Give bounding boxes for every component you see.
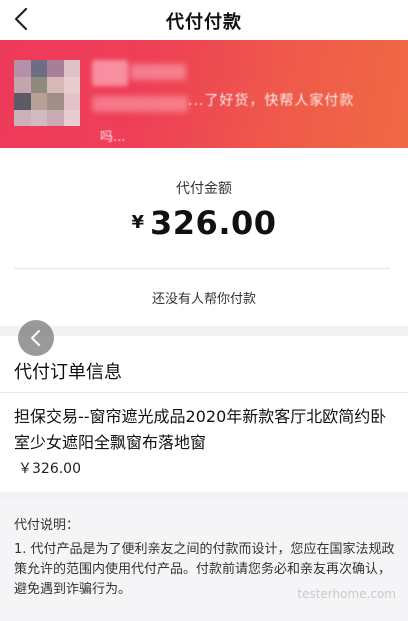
notes-title: 代付说明： [14,518,80,533]
avatar-pixel [63,60,80,77]
order-info-section: 代付订单信息 担保交易--窗帘遮光成品2020年新款客厅北欧简约卧室少女遮阳全飘… [0,336,408,492]
requester-banner: ...了好货，快帮人家付款 吗... [0,40,408,148]
payment-summary-card: 代付金额 ¥326.00 还没有人帮你付款 [0,148,408,326]
order-section-title: 代付订单信息 [14,362,122,383]
avatar-pixel [47,109,64,126]
avatar-pixel [14,60,31,77]
avatar-pixel [47,93,64,110]
avatar-pixel [63,109,80,126]
avatar-pixel [14,109,31,126]
request-message: ...了好货，快帮人家付款 [188,93,355,109]
avatar-pixel [63,76,80,93]
amount-display: ¥326.00 [0,204,408,242]
avatar-pixel [47,76,64,93]
amount-label: 代付金额 [176,181,232,197]
payment-status-text: 还没有人帮你付款 [151,292,256,307]
avatar-pixel [30,109,47,126]
blurred-name [92,60,128,86]
avatar-pixel [63,93,80,110]
avatar-pixel [14,93,31,110]
currency-symbol: ¥ [131,212,145,233]
blurred-name-extra [130,64,186,80]
divider [14,268,390,269]
avatar-pixel [14,76,31,93]
top-nav-bar: 代付付款 [0,0,408,40]
avatar-pixel [30,76,47,93]
floating-back-button[interactable] [18,320,54,356]
product-price: ￥326.00 [18,461,81,477]
chevron-left-icon [31,330,40,346]
avatar-pixel [30,60,47,77]
request-message-2: 吗... [100,130,126,145]
watermark: testerhome.com [297,587,396,601]
avatar-pixel [47,60,64,77]
avatar [14,60,80,126]
payment-notes-section: 代付说明： 1. 代付产品是为了便利亲友之间的付款而设计，您应在国家法规政策允许… [0,498,408,621]
amount-value: 326.00 [150,204,277,242]
avatar-pixel [30,93,47,110]
page-title: 代付付款 [166,12,242,33]
product-title[interactable]: 担保交易--窗帘遮光成品2020年新款客厅北欧简约卧室少女遮阳全飘窗布落地窗 [14,404,394,456]
divider [0,392,408,393]
blurred-line [92,96,188,112]
